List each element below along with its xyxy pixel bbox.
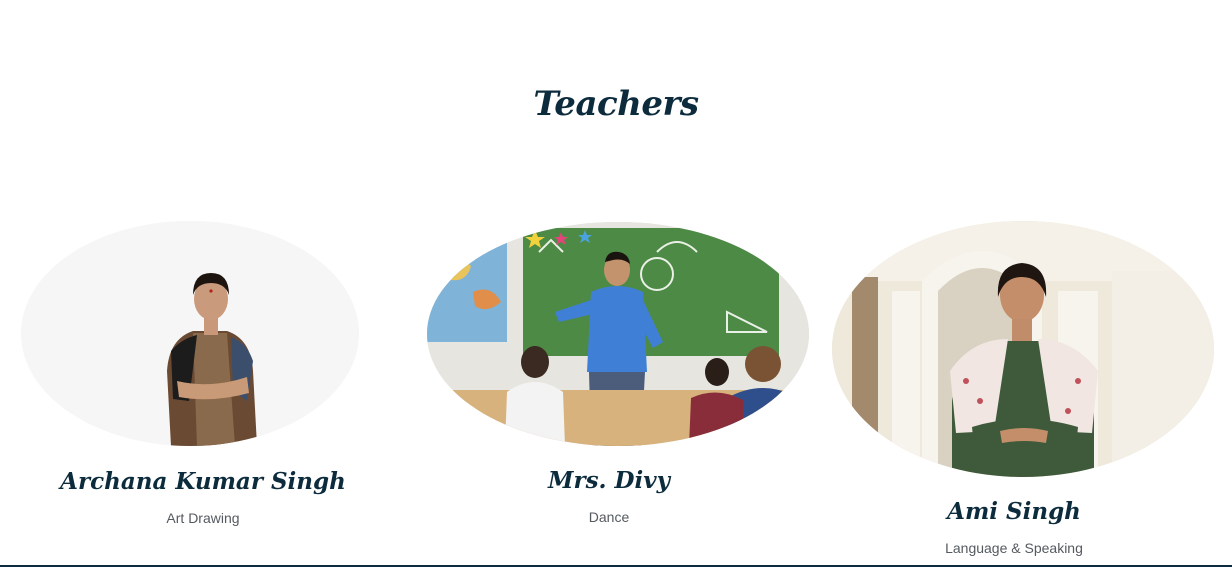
portrait-woman-saree-icon <box>21 221 359 446</box>
portrait-woman-arches-icon <box>832 221 1214 477</box>
teacher-subject: Language & Speaking <box>945 540 1083 556</box>
classroom-chalkboard-icon <box>427 222 809 446</box>
teacher-name: Archana Kumar Singh <box>60 468 346 495</box>
teacher-photo <box>427 222 809 446</box>
teacher-name: Mrs. Divy <box>548 467 670 494</box>
teacher-photo <box>832 221 1214 477</box>
teacher-photo <box>21 221 359 446</box>
section-title: Teachers <box>533 84 699 124</box>
teacher-name: Ami Singh <box>947 498 1081 525</box>
teacher-subject: Dance <box>588 509 630 525</box>
teacher-subject: Art Drawing <box>166 510 240 526</box>
